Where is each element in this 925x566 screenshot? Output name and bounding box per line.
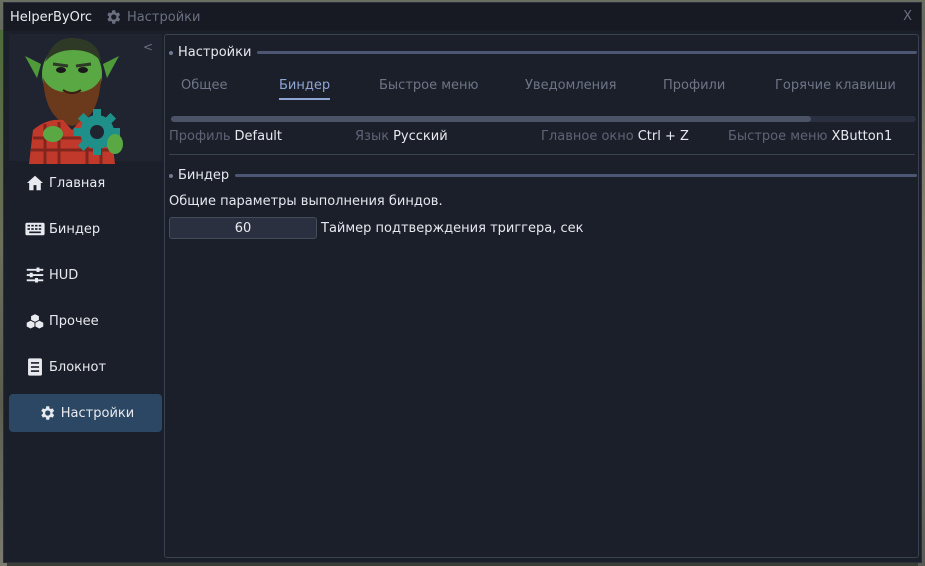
gear-icon — [37, 404, 57, 422]
sidebar-item-home[interactable]: Главная — [9, 164, 162, 202]
active-tab-indicator — [279, 98, 331, 100]
keyboard-icon — [25, 220, 45, 238]
settings-tabs: Общее Биндер Быстрое меню Уведомления Пр… — [171, 73, 911, 103]
sidebar-item-misc[interactable]: Прочее — [9, 302, 162, 340]
settings-panel: Настройки Общее Биндер Быстрое меню Увед… — [164, 34, 919, 558]
sidebar-item-hud[interactable]: HUD — [9, 256, 162, 294]
tab-notifications[interactable]: Уведомления — [525, 78, 616, 93]
binder-section-header: Биндер — [169, 168, 917, 183]
info-key: Быстрое меню — [728, 129, 828, 144]
info-key: Язык — [355, 129, 390, 144]
tab-binder[interactable]: Биндер — [279, 78, 331, 100]
title-current-section: Настройки — [127, 9, 201, 25]
info-language: Язык Русский — [355, 129, 448, 144]
sidebar-item-label: Главная — [49, 175, 106, 191]
scrollbar-thumb[interactable] — [171, 116, 811, 122]
home-icon — [25, 174, 45, 192]
info-value: Ctrl + Z — [637, 129, 689, 144]
tab-profiles[interactable]: Профили — [663, 78, 725, 93]
info-profile: Профиль Default — [169, 129, 282, 144]
sidebar-item-label: Настройки — [60, 405, 135, 421]
info-key: Профиль — [169, 129, 231, 144]
sidebar-item-label: HUD — [49, 267, 79, 283]
sidebar-nav: Главная Биндер HUD Прочее Блокнот Настро… — [9, 164, 162, 440]
tab-hotkeys[interactable]: Горячие клавиши — [775, 78, 896, 93]
status-info-row: Профиль Default Язык Русский Главное окно C… — [169, 129, 917, 147]
info-key: Главное окно — [541, 129, 634, 144]
title-bar[interactable]: HelperByOrc Настройки X — [4, 3, 921, 31]
trigger-timer-input[interactable] — [169, 217, 317, 239]
binder-description: Общие параметры выполнения биндов. — [169, 194, 443, 209]
sliders-icon — [25, 266, 45, 284]
trigger-timer-label: Таймер подтверждения триггера, сек — [321, 220, 584, 236]
sidebar-item-label: Прочее — [49, 313, 99, 329]
tabs-scrollbar[interactable] — [171, 116, 916, 122]
app-window: HelperByOrc Настройки X < Главная Биндер… — [3, 2, 922, 563]
tab-general[interactable]: Общее — [181, 78, 228, 93]
trigger-timer-row: Таймер подтверждения триггера, сек — [169, 217, 583, 239]
sidebar-item-settings[interactable]: Настройки — [9, 394, 162, 432]
sidebar-item-binder[interactable]: Биндер — [9, 210, 162, 248]
page-title: Настройки — [178, 45, 252, 60]
avatar-panel: < — [9, 34, 162, 164]
settings-header: Настройки — [169, 45, 917, 60]
notebook-icon — [25, 358, 45, 376]
sidebar: < Главная Биндер HUD Прочее Блокнот Наст… — [9, 34, 162, 558]
sidebar-item-label: Биндер — [49, 221, 101, 237]
divider — [169, 154, 915, 155]
sidebar-item-label: Блокнот — [49, 359, 107, 375]
tab-label: Биндер — [279, 78, 331, 93]
avatar — [23, 34, 133, 164]
info-value: XButton1 — [831, 129, 893, 144]
close-button[interactable]: X — [903, 9, 912, 24]
app-title: HelperByOrc — [10, 9, 93, 25]
cubes-icon — [25, 312, 45, 330]
header-bullet — [169, 50, 173, 55]
header-divider — [257, 51, 917, 54]
header-bullet — [169, 173, 173, 178]
tab-quick-menu[interactable]: Быстрое меню — [379, 78, 479, 93]
collapse-sidebar-button[interactable]: < — [143, 40, 153, 54]
gear-icon — [104, 8, 122, 26]
sidebar-item-notebook[interactable]: Блокнот — [9, 348, 162, 386]
header-divider — [235, 174, 917, 177]
info-quick-menu-hotkey: Быстрое меню XButton1 — [728, 129, 892, 144]
section-title: Биндер — [178, 168, 230, 183]
info-main-window-hotkey: Главное окно Ctrl + Z — [541, 129, 689, 144]
info-value: Русский — [393, 129, 448, 144]
info-value: Default — [234, 129, 283, 144]
